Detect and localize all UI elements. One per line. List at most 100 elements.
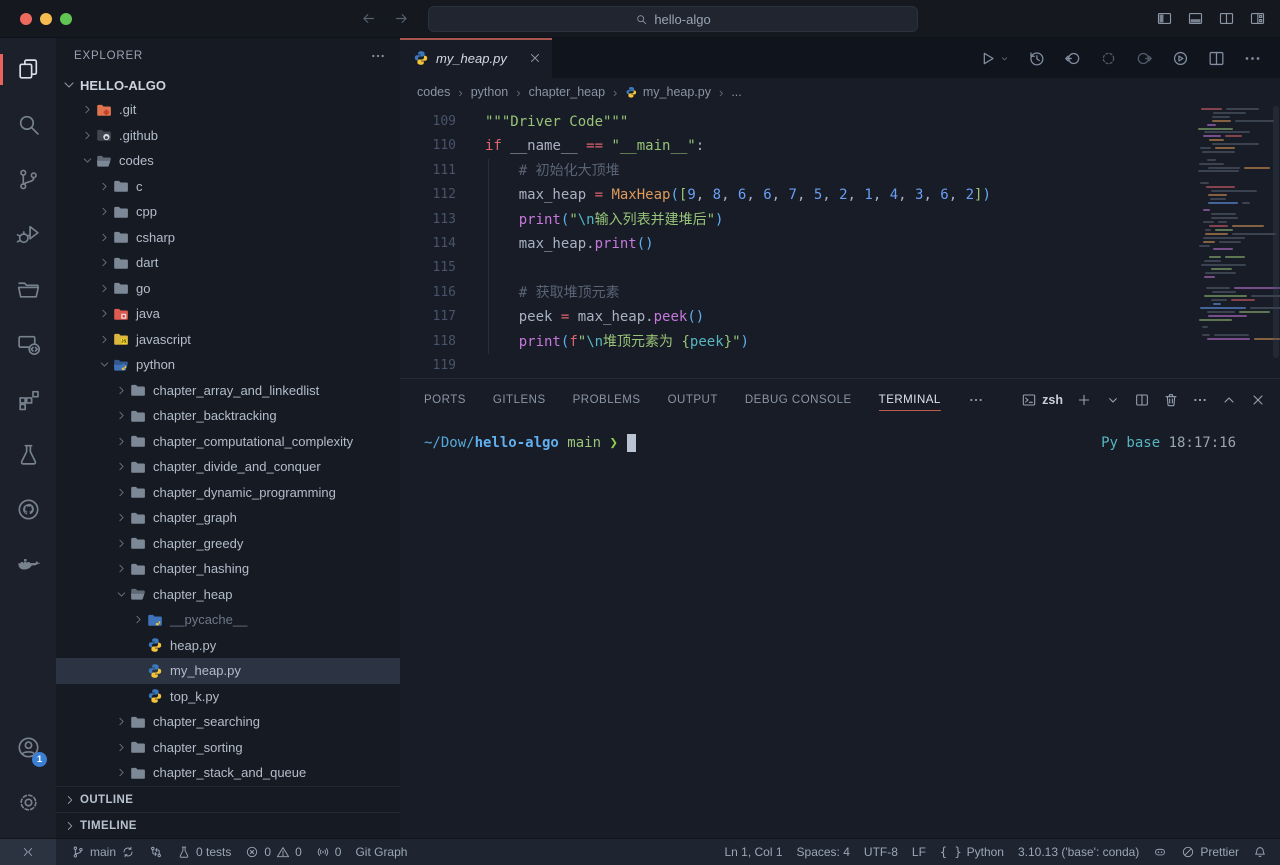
breadcrumb-my-heap-py[interactable]: my_heap.py xyxy=(625,85,711,99)
status-problems[interactable]: 00 xyxy=(238,839,308,865)
tree-item-dart[interactable]: dart xyxy=(56,250,400,276)
terminal-profile-dropdown-button[interactable] xyxy=(1105,392,1121,408)
tree-item--pycache-[interactable]: __pycache__ xyxy=(56,607,400,633)
split-terminal-button[interactable] xyxy=(1134,392,1150,408)
editor-scrollbar[interactable] xyxy=(1273,106,1279,358)
activity-run-and-debug[interactable] xyxy=(0,207,56,262)
tree-item-chapter-divide-and-conquer[interactable]: chapter_divide_and_conquer xyxy=(56,454,400,480)
activity-folder-explorer[interactable] xyxy=(0,262,56,317)
command-center-search[interactable]: hello-algo xyxy=(428,6,918,32)
terminal[interactable]: ~/Dow/hello-algo main ❯ Py base 18:17:16 xyxy=(400,421,1280,838)
split-editor-layout-icon[interactable] xyxy=(1218,10,1235,27)
status-python-interpreter[interactable]: 3.10.13 ('base': conda) xyxy=(1011,839,1146,865)
status-language-mode[interactable]: { }Python xyxy=(933,839,1011,865)
tree-item-chapter-dynamic-programming[interactable]: chapter_dynamic_programming xyxy=(56,480,400,506)
activity-docker[interactable] xyxy=(0,537,56,592)
tree-item-java[interactable]: java xyxy=(56,301,400,327)
gitlens-forward-button[interactable] xyxy=(1135,49,1154,68)
breadcrumb--[interactable]: ... xyxy=(731,85,741,99)
tree-item-codes[interactable]: codes xyxy=(56,148,400,174)
tree-item-chapter-greedy[interactable]: chapter_greedy xyxy=(56,531,400,557)
activity-source-control[interactable] xyxy=(0,152,56,207)
status-prettier[interactable]: Prettier xyxy=(1174,839,1246,865)
gitlens-pin-button[interactable] xyxy=(1099,49,1118,68)
tree-item-c[interactable]: c xyxy=(56,174,400,200)
tree-item-heap-py[interactable]: heap.py xyxy=(56,633,400,659)
tree-item-python[interactable]: python xyxy=(56,352,400,378)
activity-accounts[interactable]: 1 xyxy=(0,720,56,775)
close-window-button[interactable] xyxy=(20,13,32,25)
tree-item-chapter-searching[interactable]: chapter_searching xyxy=(56,709,400,735)
panel-tab-ports[interactable]: PORTS xyxy=(424,390,466,410)
tree-item-chapter-backtracking[interactable]: chapter_backtracking xyxy=(56,403,400,429)
tree-item-chapter-computational-complexity[interactable]: chapter_computational_complexity xyxy=(56,429,400,455)
activity-testing[interactable] xyxy=(0,427,56,482)
panel-tabs-more-icon[interactable] xyxy=(968,392,984,408)
status-notifications[interactable] xyxy=(1246,839,1274,865)
timeline-section[interactable]: TIMELINE xyxy=(56,812,400,838)
breadcrumb-chapter-heap[interactable]: chapter_heap xyxy=(529,85,605,99)
status-git-actions[interactable] xyxy=(142,839,170,865)
activity-settings[interactable] xyxy=(0,775,56,830)
status-git-graph[interactable]: Git Graph xyxy=(348,839,414,865)
panel-tab-problems[interactable]: PROBLEMS xyxy=(573,390,641,410)
split-editor-button[interactable] xyxy=(1207,49,1226,68)
panel-tab-output[interactable]: OUTPUT xyxy=(668,390,718,410)
activity-search[interactable] xyxy=(0,97,56,152)
tree-item-chapter-sorting[interactable]: chapter_sorting xyxy=(56,735,400,761)
explorer-more-actions-icon[interactable] xyxy=(370,48,386,64)
panel-tab-terminal[interactable]: TERMINAL xyxy=(879,390,941,411)
remote-indicator[interactable] xyxy=(0,839,56,865)
activity-explorer[interactable] xyxy=(0,42,56,97)
tree-item-csharp[interactable]: csharp xyxy=(56,225,400,251)
panel-tab-gitlens[interactable]: GITLENS xyxy=(493,390,546,410)
maximize-panel-button[interactable] xyxy=(1221,392,1237,408)
gitlens-back-button[interactable] xyxy=(1063,49,1082,68)
panel-more-button[interactable] xyxy=(1192,392,1208,408)
kill-terminal-button[interactable] xyxy=(1163,392,1179,408)
tree-item-chapter-array-and-linkedlist[interactable]: chapter_array_and_linkedlist xyxy=(56,378,400,404)
code-editor[interactable]: 109"""Driver Code"""110if __name__ == "_… xyxy=(400,106,1280,378)
tree-item-go[interactable]: go xyxy=(56,276,400,302)
tree-item--git[interactable]: .git xyxy=(56,97,400,123)
gitlens-graph-button[interactable] xyxy=(1171,49,1190,68)
tree-item-cpp[interactable]: cpp xyxy=(56,199,400,225)
minimap[interactable] xyxy=(1196,108,1270,348)
status-encoding[interactable]: UTF-8 xyxy=(857,839,905,865)
minimize-window-button[interactable] xyxy=(40,13,52,25)
workspace-root-folder[interactable]: HELLO-ALGO xyxy=(56,73,400,97)
status-copilot[interactable] xyxy=(1146,839,1174,865)
activity-github[interactable] xyxy=(0,482,56,537)
outline-section[interactable]: OUTLINE xyxy=(56,786,400,812)
tree-item-my-heap-py[interactable]: my_heap.py xyxy=(56,658,400,684)
panel-tab-debug-console[interactable]: DEBUG CONSOLE xyxy=(745,390,852,410)
tree-item-chapter-hashing[interactable]: chapter_hashing xyxy=(56,556,400,582)
close-panel-button[interactable] xyxy=(1250,392,1266,408)
tree-item-javascript[interactable]: JSjavascript xyxy=(56,327,400,353)
status-cursor-position[interactable]: Ln 1, Col 1 xyxy=(717,839,789,865)
navigate-back-icon[interactable] xyxy=(360,10,377,27)
more-actions-button[interactable] xyxy=(1243,49,1262,68)
status-branch-indicator[interactable]: main xyxy=(64,839,142,865)
timeline-history-button[interactable] xyxy=(1027,49,1046,68)
zoom-window-button[interactable] xyxy=(60,13,72,25)
tree-item-chapter-graph[interactable]: chapter_graph xyxy=(56,505,400,531)
breadcrumb-codes[interactable]: codes xyxy=(417,85,450,99)
status-indentation[interactable]: Spaces: 4 xyxy=(790,839,857,865)
status-ports[interactable]: 0 xyxy=(309,839,349,865)
tree-item-chapter-stack-and-queue[interactable]: chapter_stack_and_queue xyxy=(56,760,400,786)
tree-item--github[interactable]: .github xyxy=(56,123,400,149)
tab-my-heap-py[interactable]: my_heap.py xyxy=(400,38,552,78)
toggle-panel-icon[interactable] xyxy=(1187,10,1204,27)
status-test-status[interactable]: 0 tests xyxy=(170,839,238,865)
navigate-forward-icon[interactable] xyxy=(393,10,410,27)
customize-layout-icon[interactable] xyxy=(1249,10,1266,27)
new-terminal-button[interactable] xyxy=(1076,392,1092,408)
close-tab-icon[interactable] xyxy=(528,51,542,65)
activity-extensions[interactable] xyxy=(0,372,56,427)
breadcrumb-python[interactable]: python xyxy=(471,85,509,99)
status-eol[interactable]: LF xyxy=(905,839,933,865)
terminal-profile[interactable]: zsh xyxy=(1021,392,1063,408)
activity-remote-explorer[interactable] xyxy=(0,317,56,372)
toggle-sidebar-icon[interactable] xyxy=(1156,10,1173,27)
